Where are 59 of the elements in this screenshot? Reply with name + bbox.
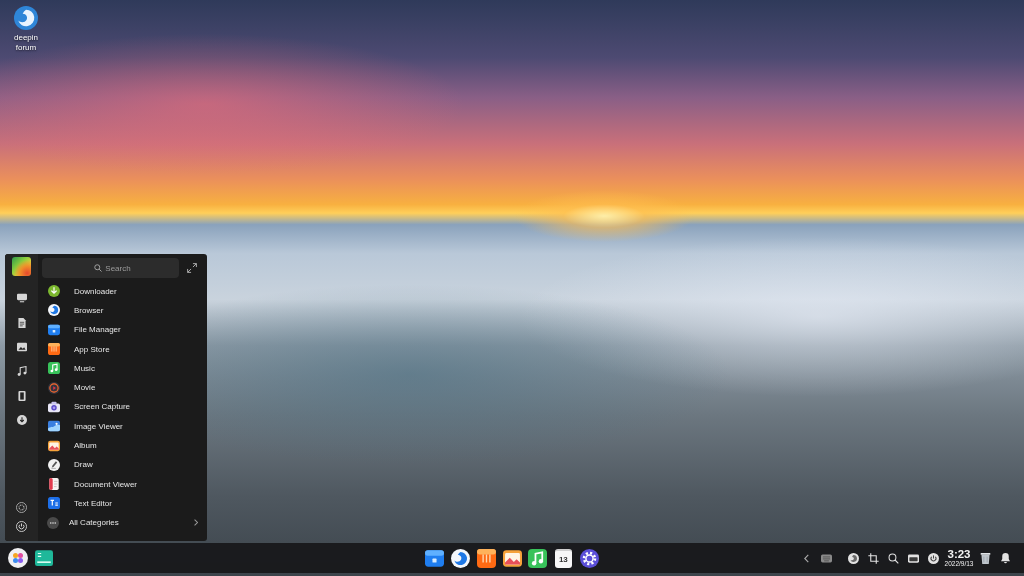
- camera-icon: [48, 400, 60, 413]
- app-item[interactable]: App Store: [38, 339, 207, 359]
- monitor-icon[interactable]: [16, 293, 27, 304]
- launcher-icon[interactable]: [8, 548, 28, 568]
- music-note-icon[interactable]: [528, 548, 548, 568]
- photo-album-icon: [48, 439, 60, 452]
- app-item[interactable]: Downloader: [38, 281, 207, 301]
- crop-icon[interactable]: [867, 552, 879, 564]
- user-avatar[interactable]: [12, 257, 31, 276]
- calendar-icon[interactable]: 13: [554, 548, 572, 568]
- app-item[interactable]: Album: [38, 435, 207, 456]
- store-icon: [48, 343, 60, 356]
- more-dots-icon: [47, 516, 59, 529]
- app-item[interactable]: Browser: [38, 300, 207, 321]
- search-field[interactable]: Search: [42, 258, 179, 278]
- search-icon: [94, 264, 102, 272]
- all-categories-item[interactable]: All Categories: [38, 513, 207, 533]
- picture-icon: [48, 420, 60, 433]
- window-icon[interactable]: [907, 552, 919, 564]
- chevron-right-icon: [194, 519, 198, 527]
- crescent-icon: [14, 6, 38, 30]
- bell-icon[interactable]: [999, 552, 1011, 564]
- folder-icon: [48, 323, 60, 336]
- app-item[interactable]: Draw: [38, 455, 207, 475]
- download-icon: [48, 285, 60, 298]
- pen-icon: [48, 458, 60, 471]
- music-note-icon: [48, 362, 60, 375]
- text-editor-icon: [48, 497, 60, 510]
- trash-icon[interactable]: [979, 552, 991, 564]
- picture-icon[interactable]: [16, 341, 27, 352]
- expand-icon[interactable]: [187, 263, 197, 273]
- app-item[interactable]: Music: [38, 358, 207, 378]
- gear-icon[interactable]: [579, 548, 599, 568]
- document-icon[interactable]: [16, 317, 27, 328]
- folder-icon[interactable]: [425, 548, 445, 568]
- chevron-left-icon[interactable]: [803, 553, 809, 563]
- crescent-icon: [48, 304, 60, 317]
- desktop-shortcut[interactable]: deepin forum: [5, 6, 47, 53]
- search-icon[interactable]: [887, 552, 899, 564]
- play-icon: [48, 381, 60, 394]
- crescent-icon[interactable]: [451, 548, 471, 568]
- photo-album-icon[interactable]: [502, 548, 522, 568]
- app-item[interactable]: Movie: [38, 378, 207, 398]
- multitask-view-icon[interactable]: [35, 550, 53, 566]
- clock-time: 3:23: [947, 548, 971, 560]
- store-icon[interactable]: [476, 548, 496, 568]
- app-item[interactable]: File Manager: [38, 320, 207, 340]
- app-item[interactable]: Document Viewer: [38, 474, 207, 494]
- power-icon[interactable]: [16, 521, 27, 532]
- document-icon: [48, 478, 60, 491]
- download-icon[interactable]: [16, 415, 27, 426]
- power-icon[interactable]: [927, 552, 939, 564]
- app-item[interactable]: Screen Capture: [38, 397, 207, 417]
- app-item[interactable]: Image Viewer: [38, 416, 207, 436]
- keyboard-icon[interactable]: [820, 552, 832, 564]
- crescent-icon[interactable]: [847, 552, 859, 564]
- film-icon[interactable]: [16, 390, 27, 401]
- app-item[interactable]: Text Editor: [38, 493, 207, 514]
- music-note-icon[interactable]: [16, 366, 27, 377]
